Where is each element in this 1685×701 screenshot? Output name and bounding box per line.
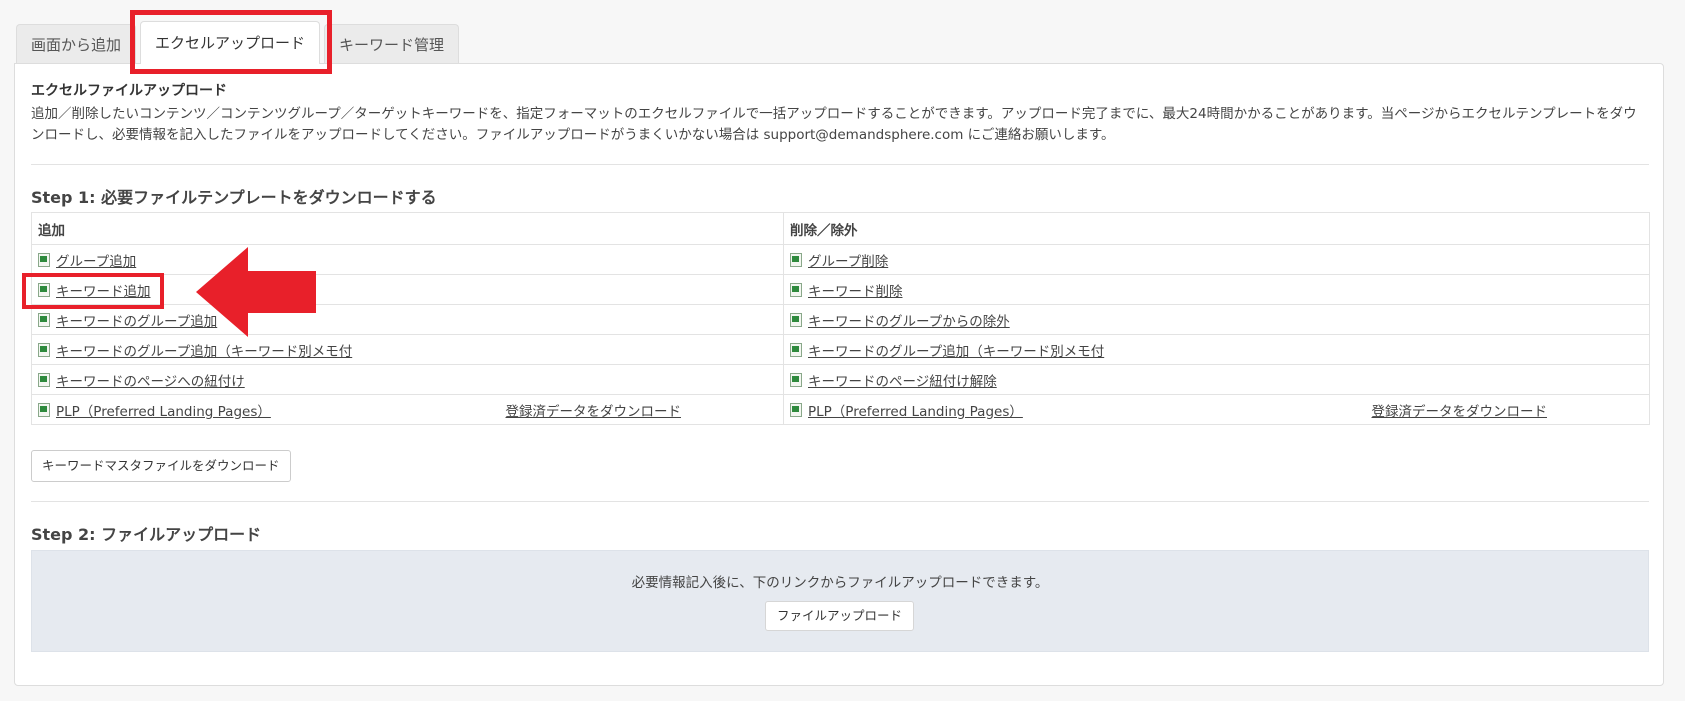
upload-instruction: 必要情報記入後に、下のリンクからファイルアップロードできます。	[631, 575, 1049, 591]
template-link-keyword-group-add[interactable]: キーワードのグループ追加	[56, 310, 217, 330]
excel-file-icon	[38, 372, 50, 387]
template-link-group-delete[interactable]: グループ削除	[808, 250, 888, 270]
template-link-keyword-delete[interactable]: キーワード削除	[808, 280, 903, 300]
template-link-keyword-page-unlink[interactable]: キーワードのページ紐付け解除	[808, 370, 997, 390]
excel-file-icon	[790, 342, 802, 357]
excel-file-icon	[38, 252, 50, 267]
page: 画面から追加 エクセルアップロード キーワード管理 エクセルファイルアップロード…	[0, 0, 1685, 701]
tab-bar: 画面から追加 エクセルアップロード キーワード管理	[16, 21, 463, 64]
table-row: PLP（Preferred Landing Pages） 登録済データをダウンロー…	[31, 394, 1650, 425]
divider	[31, 164, 1649, 165]
download-registered-data-link[interactable]: 登録済データをダウンロード	[1372, 400, 1548, 420]
template-link-plp-remove[interactable]: PLP（Preferred Landing Pages）	[808, 400, 1023, 420]
section-title: エクセルファイルアップロード	[31, 83, 227, 99]
template-link-plp-add[interactable]: PLP（Preferred Landing Pages）	[56, 400, 271, 420]
excel-file-icon	[790, 312, 802, 327]
template-link-keyword-group-remove[interactable]: キーワードのグループからの除外	[808, 310, 1010, 330]
template-link-keyword-group-add-memo[interactable]: キーワードのグループ追加（キーワード別メモ付	[56, 340, 352, 360]
download-registered-data-link[interactable]: 登録済データをダウンロード	[506, 400, 682, 420]
template-link-keyword-add[interactable]: キーワード追加	[56, 280, 151, 300]
add-column-header: 追加	[31, 212, 784, 245]
excel-file-icon	[790, 372, 802, 387]
upload-area: 必要情報記入後に、下のリンクからファイルアップロードできます。 ファイルアップロ…	[31, 550, 1649, 652]
section-description: 追加／削除したいコンテンツ／コンテンツグループ／ターゲットキーワードを、指定フォ…	[31, 106, 1637, 143]
step1-title: Step 1: 必要ファイルテンプレートをダウンロードする	[31, 188, 437, 207]
table-row: キーワードのグループ追加（キーワード別メモ付 キーワードのグループ追加（キーワー…	[31, 334, 1650, 365]
tab-add-from-screen[interactable]: 画面から追加	[16, 24, 137, 64]
template-link-group-add[interactable]: グループ追加	[56, 250, 136, 270]
excel-file-icon	[790, 402, 802, 417]
step2-title: Step 2: ファイルアップロード	[31, 525, 262, 544]
remove-column-header: 削除／除外	[783, 212, 1650, 245]
divider	[31, 501, 1649, 502]
pointer-arrow-icon	[196, 247, 316, 337]
excel-file-icon	[790, 282, 802, 297]
template-link-keyword-group-add-memo-right[interactable]: キーワードのグループ追加（キーワード別メモ付	[808, 340, 1104, 360]
excel-file-icon	[38, 402, 50, 417]
excel-file-icon	[38, 282, 50, 297]
upload-panel: エクセルファイルアップロード 追加／削除したいコンテンツ／コンテンツグループ／タ…	[14, 63, 1664, 686]
table-row: キーワードのページへの紐付け キーワードのページ紐付け解除	[31, 364, 1650, 395]
excel-file-icon	[38, 312, 50, 327]
excel-file-icon	[38, 342, 50, 357]
tab-excel-upload[interactable]: エクセルアップロード	[140, 21, 321, 64]
template-link-keyword-page-link[interactable]: キーワードのページへの紐付け	[56, 370, 245, 390]
tab-keyword-management[interactable]: キーワード管理	[324, 24, 460, 64]
excel-file-icon	[790, 252, 802, 267]
download-keyword-master-button[interactable]: キーワードマスタファイルをダウンロード	[31, 450, 291, 482]
file-upload-button[interactable]: ファイルアップロード	[765, 601, 915, 631]
table-header-row: 追加 削除／除外	[31, 212, 1650, 245]
